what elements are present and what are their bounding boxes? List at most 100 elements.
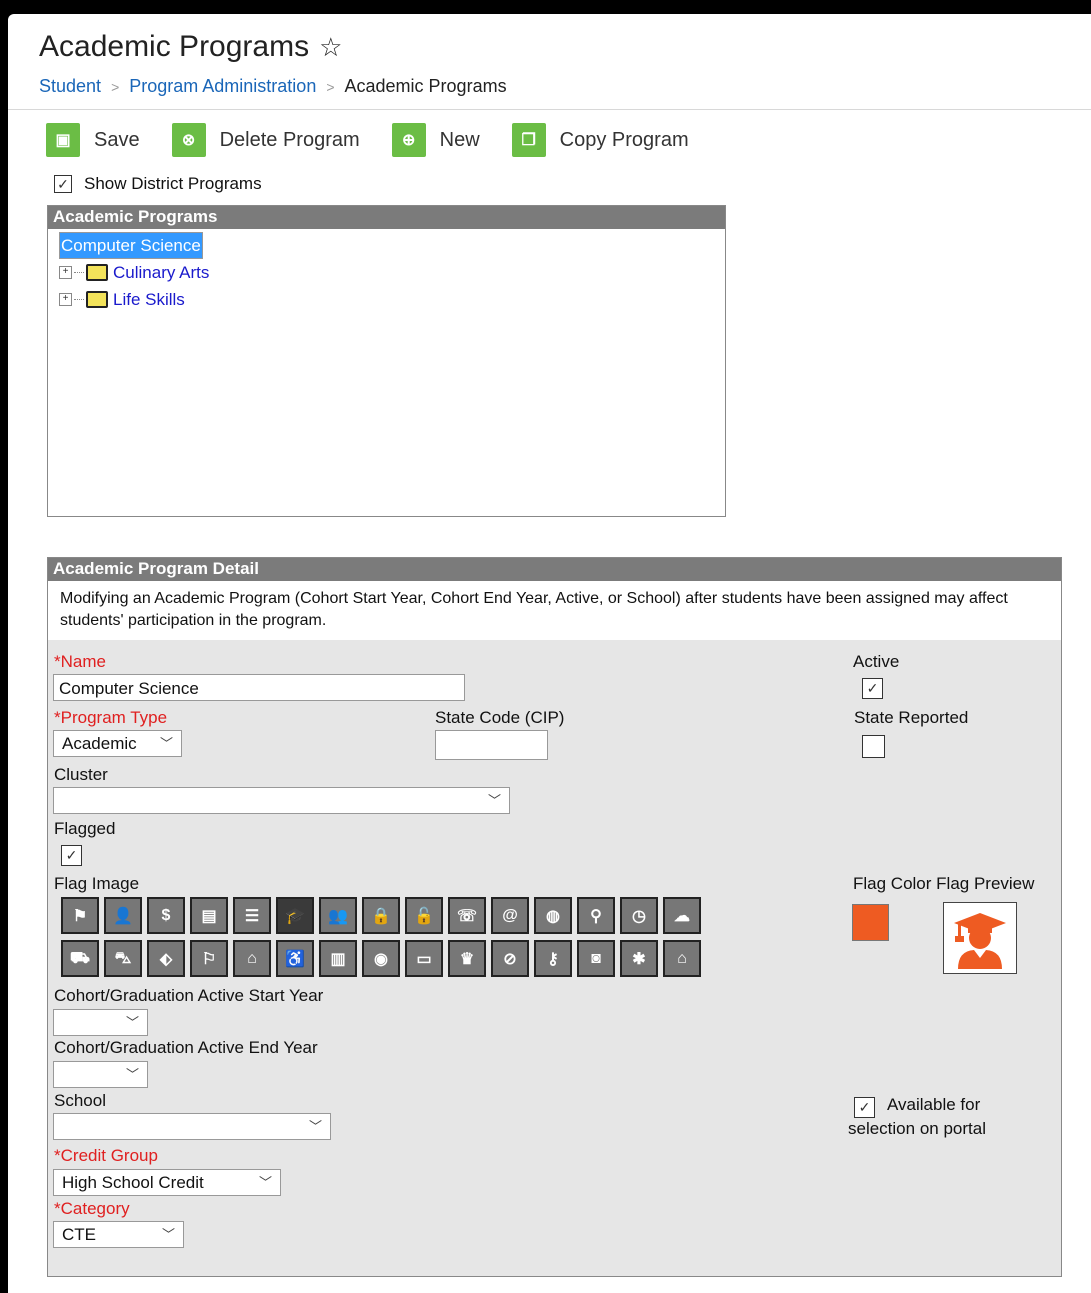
cohort-end-select[interactable]: ﹀: [53, 1061, 148, 1088]
key-icon[interactable]: ⚷: [534, 940, 572, 977]
camera-icon[interactable]: ◙: [577, 940, 615, 977]
flagged-label: Flagged: [54, 819, 116, 838]
delete-program-button[interactable]: ⊗ Delete Program: [171, 123, 360, 157]
page-title-row: Academic Programs ☆: [39, 30, 342, 64]
credit-group-label: Credit Group: [60, 1146, 158, 1165]
show-district-programs-checkbox[interactable]: ✓: [54, 175, 72, 193]
show-district-programs-label: Show District Programs: [84, 174, 262, 193]
ban-icon[interactable]: ⊘: [491, 940, 529, 977]
unlock-icon[interactable]: 🔓: [405, 897, 443, 934]
id-card-icon[interactable]: ▤: [190, 897, 228, 934]
folder-icon: [86, 291, 108, 308]
category-value: CTE: [62, 1225, 96, 1244]
cluster-select[interactable]: ﹀: [53, 787, 510, 814]
flag-icon[interactable]: ⚑: [61, 897, 99, 934]
flag-image-label: Flag Image: [54, 874, 140, 893]
name-input[interactable]: Computer Science: [53, 674, 465, 701]
flag-color-label: Flag Color: [853, 874, 932, 893]
save-button[interactable]: ▣ Save: [46, 123, 140, 157]
breadcrumb-program-administration[interactable]: Program Administration: [129, 76, 316, 97]
home-icon[interactable]: ⌂: [663, 940, 701, 977]
running-icon[interactable]: ⚐: [190, 940, 228, 977]
state-reported-label: State Reported: [854, 708, 969, 727]
breadcrumb-current: Academic Programs: [344, 76, 507, 96]
institution-icon[interactable]: ⌂: [233, 940, 271, 977]
breadcrumb: Student > Program Administration > Acade…: [39, 76, 507, 97]
chevron-down-icon: ﹀: [487, 793, 501, 808]
monitor-icon[interactable]: ▭: [405, 940, 443, 977]
school-select[interactable]: ﹀: [53, 1113, 331, 1140]
action-toolbar: ▣ Save ⊗ Delete Program ⊕ New ❐ Copy Pro…: [46, 120, 721, 160]
program-type-label-row: *Program Type: [54, 708, 168, 727]
chevron-down-icon: ﹀: [308, 1119, 322, 1134]
tree-item[interactable]: + Culinary Arts: [48, 259, 725, 286]
user-check-icon[interactable]: 👤: [104, 897, 142, 934]
state-code-label: State Code (CIP): [435, 708, 565, 727]
cloud-icon[interactable]: ☁: [663, 897, 701, 934]
favorite-star-icon[interactable]: ☆: [319, 32, 342, 63]
flag-color-preview-labels: Flag Color Flag Preview: [853, 874, 1034, 894]
flagged-checkbox[interactable]: ✓: [61, 845, 82, 866]
cohort-end-label: Cohort/Graduation Active End Year: [54, 1038, 318, 1057]
car-icon[interactable]: ⛟: [61, 940, 99, 977]
name-label: Name: [60, 652, 106, 671]
tag-icon[interactable]: ⬖: [147, 940, 185, 977]
school-label: School: [54, 1091, 106, 1110]
detail-warning-note: Modifying an Academic Program (Cohort St…: [48, 581, 1061, 640]
globe-icon[interactable]: ◍: [534, 897, 572, 934]
portal-availability: ✓ Available for selection on portal: [848, 1094, 1023, 1140]
tree-item-label[interactable]: Life Skills: [113, 290, 185, 310]
at-icon[interactable]: @: [491, 897, 529, 934]
flag-color-swatch[interactable]: [852, 904, 889, 941]
tree-item[interactable]: + Life Skills: [48, 286, 725, 313]
cohort-start-select[interactable]: ﹀: [53, 1009, 148, 1036]
asterisk-icon[interactable]: ✱: [620, 940, 658, 977]
folder-icon: [86, 264, 108, 281]
new-button[interactable]: ⊕ New: [391, 123, 480, 157]
map-pin-icon[interactable]: ⚲: [577, 897, 615, 934]
chevron-down-icon: ﹀: [159, 736, 173, 751]
chevron-down-icon: ﹀: [125, 1067, 139, 1082]
category-select[interactable]: CTE ﹀: [53, 1221, 184, 1248]
lock-icon[interactable]: 🔒: [362, 897, 400, 934]
dollar-icon[interactable]: $: [147, 897, 185, 934]
eye-icon[interactable]: ◉: [362, 940, 400, 977]
credit-group-value: High School Credit: [62, 1173, 204, 1192]
programs-tree-panel: Academic Programs + Computer Science + C…: [47, 205, 726, 517]
name-label-row: *Name: [54, 652, 106, 671]
portal-checkbox[interactable]: ✓: [854, 1096, 875, 1118]
new-button-label: New: [439, 128, 480, 151]
phone-icon[interactable]: ☏: [448, 897, 486, 934]
flag-icon-row-1: ⚑ 👤 $ ▤ ☰ 🎓 👥 🔒 🔓 ☏ @ ◍ ⚲ ◷ ☁: [61, 897, 706, 934]
graduate-icon[interactable]: 🎓: [276, 897, 314, 934]
tree-item-label[interactable]: Computer Science: [59, 232, 203, 259]
breadcrumb-student[interactable]: Student: [39, 76, 101, 97]
delete-icon: ⊗: [171, 123, 206, 157]
tree-item[interactable]: + Computer Science: [48, 232, 725, 259]
page-title: Academic Programs: [39, 30, 310, 63]
flag-preview-label: Flag Preview: [936, 874, 1035, 893]
state-reported-checkbox[interactable]: [862, 735, 885, 758]
program-type-select[interactable]: Academic ﹀: [53, 730, 182, 757]
chevron-down-icon: ﹀: [258, 1175, 272, 1190]
copy-program-button[interactable]: ❐ Copy Program: [511, 123, 689, 157]
credit-group-label-row: *Credit Group: [54, 1146, 158, 1165]
wheelchair-icon[interactable]: ♿: [276, 940, 314, 977]
save-button-label: Save: [94, 128, 140, 151]
users-icon[interactable]: 👥: [319, 897, 357, 934]
tree-item-label[interactable]: Culinary Arts: [113, 263, 209, 283]
book-icon[interactable]: ▥: [319, 940, 357, 977]
clock-icon[interactable]: ◷: [620, 897, 658, 934]
state-code-input[interactable]: [435, 730, 548, 760]
trophy-icon[interactable]: ♛: [448, 940, 486, 977]
credit-group-select[interactable]: High School Credit ﹀: [53, 1169, 281, 1196]
bus-icon[interactable]: ⛍: [104, 940, 142, 977]
flag-icon-row-2: ⛟ ⛍ ⬖ ⚐ ⌂ ♿ ▥ ◉ ▭ ♛ ⊘ ⚷ ◙ ✱ ⌂: [61, 940, 706, 977]
checklist-icon[interactable]: ☰: [233, 897, 271, 934]
expand-icon[interactable]: +: [59, 266, 72, 279]
save-icon: ▣: [46, 123, 80, 157]
active-checkbox[interactable]: ✓: [862, 678, 883, 699]
app-window: Academic Programs ☆ Student > Program Ad…: [8, 14, 1091, 1293]
expand-icon[interactable]: +: [59, 293, 72, 306]
programs-tree-header: Academic Programs: [48, 206, 725, 229]
